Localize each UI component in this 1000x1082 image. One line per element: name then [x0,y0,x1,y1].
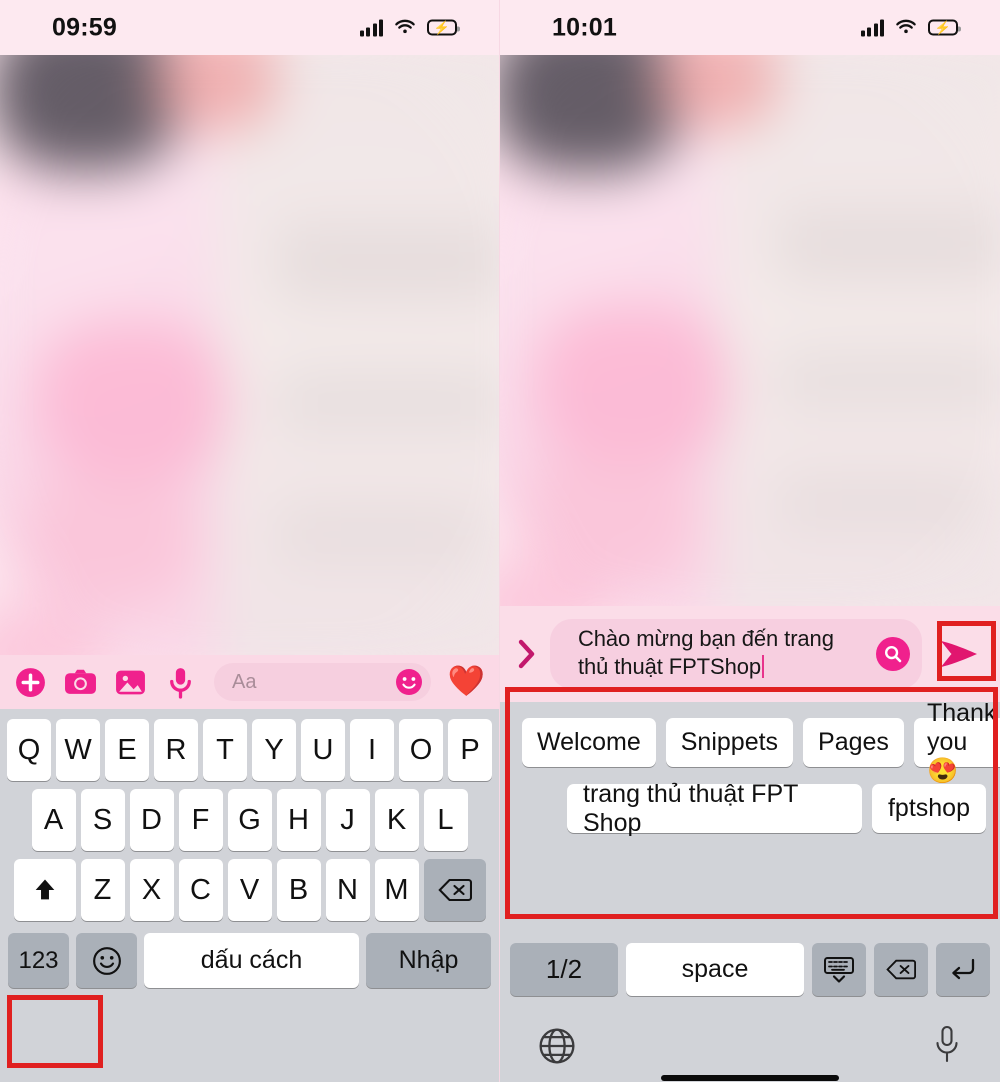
text-cursor [761,655,764,678]
microphone-icon[interactable] [164,666,197,699]
keyboard-function-row: 1/2 space [500,933,1000,1005]
right-phone-screenshot: 10:01 ⚡ Chào mừng bạn đến trang thủ thuậ… [500,0,1000,1082]
keyboard-row-bottom: 1/2 space [500,943,1000,996]
status-bar-time: 09:59 [52,13,117,41]
magnifier-glyph-icon [885,646,902,663]
key-l[interactable]: L [423,789,468,851]
backspace-icon [886,959,916,980]
keyboard-row-1: Q W E R T Y U I O P [0,709,499,781]
message-input[interactable]: Chào mừng bạn đến trang thủ thuật FPTSho… [550,619,922,689]
camera-icon[interactable] [64,666,97,699]
key-i[interactable]: I [350,719,394,781]
key-s[interactable]: S [80,789,125,851]
left-phone-screenshot: 09:59 ⚡ Aa ❤️ Q W E R T Y U I O P A S D … [0,0,500,1082]
suggestion-chip-welcome[interactable]: Welcome [522,718,656,767]
key-m[interactable]: M [374,859,419,921]
chat-conversation-blurred [500,55,1000,606]
text-replacement-suggestions-panel: Welcome Snippets Pages Thank you 😍 trang… [500,699,1000,933]
message-input[interactable]: Aa [214,663,431,701]
suggestion-chip-thank-you[interactable]: Thank you 😍 [913,699,1000,785]
screenshot-stage: 09:59 ⚡ Aa ❤️ Q W E R T Y U I O P A S D … [0,0,1000,1082]
emoji-key[interactable] [76,933,137,988]
backspace-key[interactable] [423,859,486,921]
key-d[interactable]: D [129,789,174,851]
key-c[interactable]: C [178,859,223,921]
key-h[interactable]: H [276,789,321,851]
return-arrow-icon [952,958,975,979]
suggestions-row-1: Welcome Snippets Pages Thank you 😍 [522,699,1000,785]
plus-circle-icon[interactable] [14,666,47,699]
battery-charging-icon: ⚡ [427,19,460,36]
suggestion-chip-trang-thu-thuat[interactable]: trang thủ thuật FPT Shop [567,780,862,837]
keyboard-row-2: A S D F G H J K L [0,781,499,851]
photo-icon[interactable] [114,666,147,699]
shift-arrow-icon [35,879,54,900]
status-bar-indicators: ⚡ [359,19,460,36]
key-g[interactable]: G [227,789,272,851]
message-input-value: Chào mừng bạn đến trang thủ thuật FPTSho… [578,626,834,679]
backspace-key[interactable] [874,943,928,996]
key-q[interactable]: Q [7,719,51,781]
backspace-icon [437,878,472,902]
chat-conversation-blurred [0,55,499,655]
status-bar: 09:59 ⚡ [0,0,499,55]
chevron-right-icon [518,639,535,669]
key-p[interactable]: P [448,719,492,781]
status-bar: 10:01 ⚡ [500,0,1000,55]
numbers-key[interactable]: 123 [8,933,69,988]
key-t[interactable]: T [203,719,247,781]
keyboard-row-4: 123 dấu cách Nhập [0,921,499,988]
hide-keyboard-key[interactable] [812,943,866,996]
key-x[interactable]: X [129,859,174,921]
keyboard-bottom-bar [500,1005,1000,1082]
return-key[interactable]: Nhập [366,933,491,988]
suggestion-chip-snippets[interactable]: Snippets [665,718,794,767]
search-icon[interactable] [876,637,910,671]
cellular-bars-icon [359,19,383,36]
status-bar-indicators: ⚡ [860,19,961,36]
wifi-icon [395,19,415,34]
battery-charging-icon: ⚡ [928,19,961,36]
key-u[interactable]: U [301,719,345,781]
message-input-placeholder: Aa [232,670,257,693]
cellular-bars-icon [860,19,884,36]
expand-actions-button[interactable] [510,637,544,671]
key-z[interactable]: Z [80,859,125,921]
wifi-icon [896,19,916,34]
shift-key[interactable] [13,859,76,921]
globe-icon[interactable] [538,1027,576,1065]
key-j[interactable]: J [325,789,370,851]
smiley-icon[interactable] [395,668,423,696]
status-bar-time: 10:01 [552,13,617,41]
key-b[interactable]: B [276,859,321,921]
home-indicator [661,1075,839,1081]
key-y[interactable]: Y [252,719,296,781]
key-r[interactable]: R [154,719,198,781]
key-w[interactable]: W [56,719,100,781]
send-icon [941,641,977,667]
page-indicator-key[interactable]: 1/2 [510,943,618,996]
ios-keyboard-vietnamese: Q W E R T Y U I O P A S D F G H J K L Z … [0,709,499,1082]
smiley-icon [92,946,121,975]
key-o[interactable]: O [399,719,443,781]
suggestion-chip-pages[interactable]: Pages [803,718,904,767]
heart-icon[interactable]: ❤️ [448,667,485,697]
message-composer-bar: Chào mừng bạn đến trang thủ thuật FPTSho… [500,606,1000,702]
space-key[interactable]: space [626,943,804,996]
key-f[interactable]: F [178,789,223,851]
key-k[interactable]: K [374,789,419,851]
hide-keyboard-icon [824,956,854,983]
return-key[interactable] [936,943,990,996]
key-v[interactable]: V [227,859,272,921]
key-e[interactable]: E [105,719,149,781]
space-key[interactable]: dấu cách [144,933,359,988]
suggestion-chip-fptshop[interactable]: fptshop [871,784,986,833]
key-n[interactable]: N [325,859,370,921]
key-a[interactable]: A [31,789,76,851]
keyboard-row-3: Z X C V B N M [0,851,499,921]
suggestions-row-2: trang thủ thuật FPT Shop fptshop [522,780,986,837]
message-composer-bar: Aa ❤️ [0,655,499,709]
send-button[interactable] [928,625,990,683]
microphone-icon[interactable] [932,1025,962,1065]
